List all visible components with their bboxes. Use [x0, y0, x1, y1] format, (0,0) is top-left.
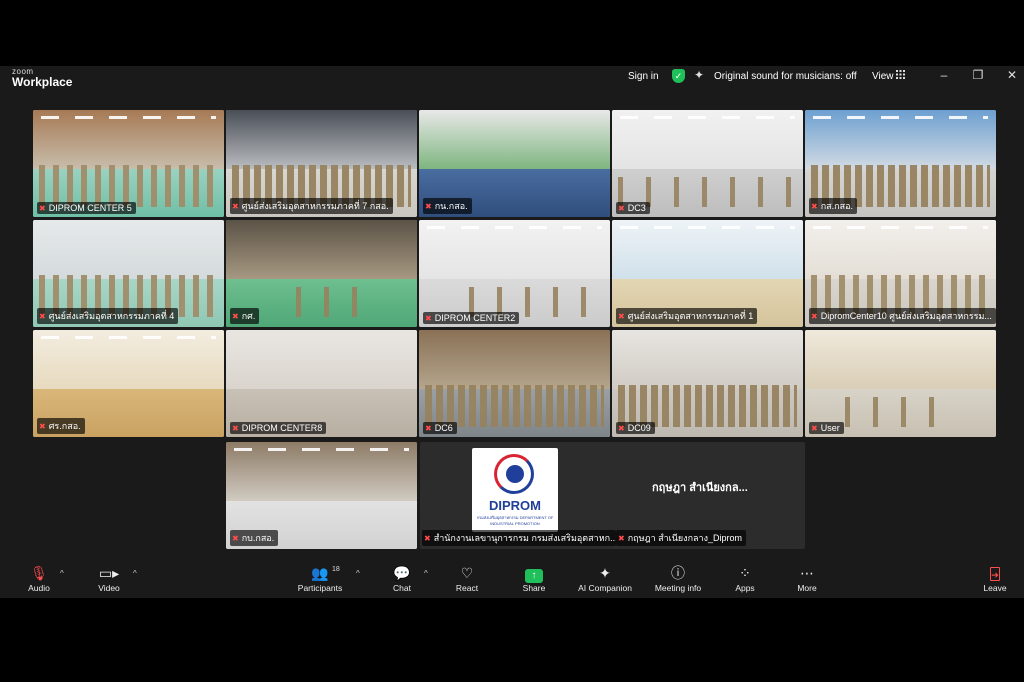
- participant-name-label: ✖ DIPROM CENTER 5: [37, 202, 136, 214]
- participants-options-caret[interactable]: ^: [356, 569, 360, 578]
- video-tile[interactable]: ✖ DC6: [419, 330, 610, 437]
- participant-name-label: ✖ กส.กสอ.: [809, 198, 857, 214]
- leave-door-icon: ➔: [990, 567, 1000, 581]
- participant-name-label: ✖ กศ.: [230, 308, 260, 324]
- video-tile[interactable]: ✖ DC09: [612, 330, 803, 437]
- mic-muted-icon: ✖: [425, 424, 432, 433]
- mic-muted-icon: ✖: [618, 204, 625, 213]
- mic-muted-icon: ✖: [39, 312, 46, 321]
- video-tile[interactable]: ✖ กน.กสอ.: [419, 110, 610, 217]
- participant-name-label: ✖ DIPROM CENTER8: [230, 422, 327, 434]
- participants-button[interactable]: 👥 Participants: [285, 564, 355, 593]
- sparkle-icon: ✦: [599, 565, 611, 581]
- mic-muted-icon: ✖: [39, 204, 46, 213]
- gear-icon: [506, 465, 524, 483]
- mic-muted-icon: ✖: [425, 202, 432, 211]
- video-tile[interactable]: ✖ DIPROM CENTER8: [226, 330, 417, 437]
- video-tile-camera-off[interactable]: DIPROM กรมส่งเสริมอุตสาหกรรม DEPARTMENT …: [420, 442, 805, 549]
- video-tile[interactable]: ✖ ศูนย์ส่งเสริมอุตสาหกรรมภาคที่ 7 กสอ.: [226, 110, 417, 217]
- video-tile[interactable]: ✖ ศร.กสอ.: [33, 330, 224, 437]
- mic-muted-icon: ✖: [232, 534, 239, 543]
- chat-options-caret[interactable]: ^: [424, 569, 428, 578]
- apps-button[interactable]: ⁘ Apps: [710, 564, 780, 593]
- participant-display-name: กฤษฎา สำเนียงกล...: [652, 482, 748, 494]
- title-bar: zoom Workplace Sign in ✓ ✦ Original soun…: [0, 66, 1024, 92]
- mic-muted-icon: ✖: [424, 534, 431, 543]
- shield-check-icon[interactable]: ✓: [672, 69, 685, 83]
- logo-text: DIPROM: [489, 498, 541, 513]
- participant-name-label: ✖ กน.กสอ.: [423, 198, 472, 214]
- grid-view-icon[interactable]: [896, 70, 905, 79]
- video-tile[interactable]: ✖ DipromCenter10 ศูนย์ส่งเสริมอุตสาหกรรม.…: [805, 220, 996, 327]
- more-button[interactable]: ⋯ More: [772, 564, 842, 593]
- zoom-window: zoom Workplace Sign in ✓ ✦ Original soun…: [0, 66, 1024, 598]
- participant-name-label: ✖ ศูนย์ส่งเสริมอุตสาหกรรมภาคที่ 7 กสอ.: [230, 198, 393, 214]
- mic-muted-icon: ✖: [811, 312, 818, 321]
- ai-companion-button[interactable]: ✦ AI Companion: [570, 564, 640, 593]
- video-tile[interactable]: ✖ กส.กสอ.: [805, 110, 996, 217]
- participant-name-label: ✖ DC3: [616, 202, 650, 214]
- video-tile[interactable]: ✖ DIPROM CENTER 5: [33, 110, 224, 217]
- participant-name-label: ✖ ศูนย์ส่งเสริมอุตสาหกรรมภาคที่ 4: [37, 308, 179, 324]
- participant-name-label: ✖ กบ.กสอ.: [230, 530, 279, 546]
- react-button[interactable]: ♡ React: [432, 564, 502, 593]
- minimize-button[interactable]: –: [936, 68, 952, 82]
- video-tile-active-speaker[interactable]: ✖ กศ.: [226, 220, 417, 327]
- share-screen-icon: ↑: [525, 569, 543, 583]
- sparkle-icon: ✦: [694, 68, 705, 82]
- mic-muted-icon: ✖: [618, 424, 625, 433]
- participant-name-label: ✖ DIPROM CENTER2: [423, 312, 520, 324]
- participant-name-label: ✖ ศร.กสอ.: [37, 418, 85, 434]
- participants-count-badge: 18: [332, 566, 340, 573]
- more-dots-icon: ⋯: [800, 565, 814, 581]
- meeting-info-button[interactable]: ⓘ Meeting info: [643, 564, 713, 593]
- diprom-logo: DIPROM กรมส่งเสริมอุตสาหกรรม DEPARTMENT …: [472, 448, 558, 532]
- mic-muted-icon: ✖: [618, 312, 625, 321]
- participant-name-label: ✖ DipromCenter10 ศูนย์ส่งเสริมอุตสาหกรรม.…: [809, 308, 996, 324]
- restore-button[interactable]: ❐: [970, 68, 986, 82]
- video-tile[interactable]: ✖ DIPROM CENTER2: [419, 220, 610, 327]
- participant-name-label: ✖ ศูนย์ส่งเสริมอุตสาหกรรมภาคที่ 1: [616, 308, 758, 324]
- info-icon: ⓘ: [671, 565, 685, 581]
- audio-options-caret[interactable]: ^: [60, 569, 64, 578]
- mic-muted-icon: ✖: [232, 312, 239, 321]
- view-button[interactable]: View: [872, 71, 894, 82]
- video-tile[interactable]: ✖ DC3: [612, 110, 803, 217]
- share-button[interactable]: ↑ Share: [499, 564, 569, 593]
- video-tile[interactable]: ✖ User: [805, 330, 996, 437]
- close-button[interactable]: ✕: [1004, 68, 1020, 82]
- mic-muted-icon: ✖: [232, 424, 239, 433]
- mic-muted-icon: ✖: [425, 314, 432, 323]
- mic-muted-icon: ✖: [39, 422, 46, 431]
- heart-icon: ♡: [460, 565, 474, 581]
- people-icon: 👥: [311, 565, 329, 581]
- video-tile[interactable]: ✖ ศูนย์ส่งเสริมอุตสาหกรรมภาคที่ 1: [612, 220, 803, 327]
- participant-name-label: ✖ DC6: [423, 422, 457, 434]
- mic-muted-icon: ✖: [618, 534, 625, 543]
- mic-muted-icon: ✖: [232, 202, 239, 211]
- video-tile[interactable]: ✖ ศูนย์ส่งเสริมอุตสาหกรรมภาคที่ 4: [33, 220, 224, 327]
- participant-name-label: ✖ DC09: [616, 422, 655, 434]
- leave-button[interactable]: ➔ Leave: [960, 564, 1024, 593]
- meeting-toolbar: 🎙 Audio ^ ▭▸ Video ^ 👥 Participants 18 ^…: [0, 562, 1024, 598]
- participant-name-label: ✖ กฤษฎา สำเนียงกลาง_Diprom: [616, 530, 746, 546]
- participant-name-label: ✖ User: [809, 422, 844, 434]
- participant-name-label: ✖ สำนักงานเลขานุการกรม กรมส่งเสริมอุตสาหก…: [422, 530, 616, 546]
- mic-muted-icon: ✖: [811, 202, 818, 211]
- video-options-caret[interactable]: ^: [133, 569, 137, 578]
- apps-icon: ⁘: [739, 565, 751, 581]
- sign-in-link[interactable]: Sign in: [628, 71, 659, 82]
- original-sound-toggle[interactable]: Original sound for musicians: off: [714, 71, 857, 82]
- brand-workplace-text: Workplace: [12, 75, 73, 89]
- video-tile[interactable]: ✖ กบ.กสอ.: [226, 442, 417, 549]
- logo-subtext: กรมส่งเสริมอุตสาหกรรม DEPARTMENT OF INDU…: [476, 515, 554, 526]
- mic-muted-icon: ✖: [811, 424, 818, 433]
